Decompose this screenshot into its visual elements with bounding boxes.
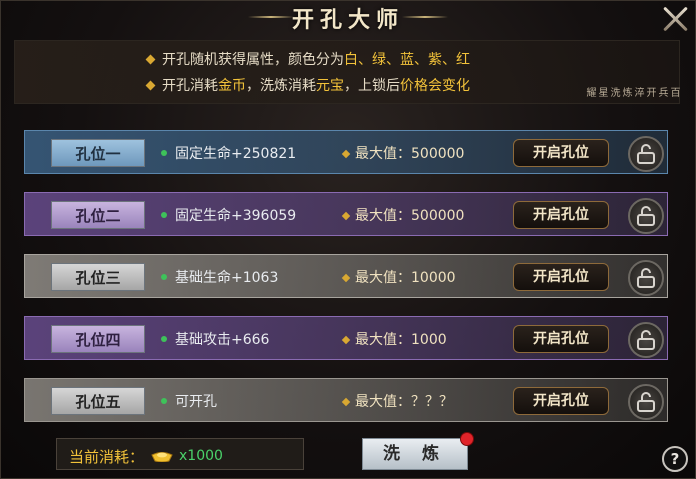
slot-row-1: 孔位一 固定生命+250821 最大值：500000 开启孔位: [24, 130, 668, 174]
window-title: 开孔大师: [291, 8, 404, 33]
diamond-bullet-icon: [145, 54, 156, 65]
diamond-bullet-icon: [341, 211, 351, 221]
max-label: 最大值：: [355, 332, 411, 348]
info-text: 开孔随机获得属性，颜色分为: [162, 52, 344, 68]
slot-label: 孔位三: [51, 263, 145, 291]
info-text: 开孔消耗: [162, 78, 218, 94]
slot-row-3: 孔位三 基础生命+1063 最大值：10000 开启孔位: [24, 254, 668, 298]
title-bar: 开孔大师: [240, 0, 456, 36]
unlock-icon: [637, 206, 655, 226]
max-label: 最大值：: [355, 208, 411, 224]
unlock-icon: [637, 144, 655, 164]
slot-max: 最大值：10000: [341, 267, 456, 287]
unlock-icon: [637, 268, 655, 288]
max-label: 最大值：: [355, 146, 411, 162]
max-value: 10000: [411, 270, 456, 286]
cost-box: 当前消耗： x1000: [56, 438, 304, 470]
info-text: ，上锁后: [344, 78, 400, 94]
title-ornament-right: [402, 16, 448, 18]
refine-button[interactable]: 洗 炼: [362, 438, 468, 470]
slot-label: 孔位四: [51, 325, 145, 353]
slot-row-2: 孔位二 固定生命+396059 最大值：500000 开启孔位: [24, 192, 668, 236]
info-panel: 开孔随机获得属性，颜色分为白、绿、蓝、紫、红 开孔消耗金币，洗炼消耗元宝，上锁后…: [14, 40, 680, 104]
slot-attribute-text: 固定生命+396059: [175, 208, 297, 224]
slot-label: 孔位五: [51, 387, 145, 415]
lock-toggle-1[interactable]: [628, 136, 664, 172]
max-value: 500000: [411, 208, 465, 224]
diamond-bullet-icon: [341, 397, 351, 407]
slot-label: 孔位一: [51, 139, 145, 167]
slot-label: 孔位二: [51, 201, 145, 229]
slot-attribute-text: 固定生命+250821: [175, 146, 297, 162]
lock-toggle-4[interactable]: [628, 322, 664, 358]
slot-attribute: 可开孔: [161, 391, 217, 411]
info-text: ，洗炼消耗: [246, 78, 316, 94]
green-dot-icon: [161, 274, 167, 280]
slot-attribute: 基础攻击+666: [161, 329, 269, 349]
slot-max: 最大值：500000: [341, 143, 465, 163]
info-highlight-yuanbao: 元宝: [316, 78, 344, 94]
max-label: 最大值：: [355, 394, 411, 410]
info-highlight-gold: 金币: [218, 78, 246, 94]
close-button[interactable]: [662, 4, 690, 32]
slot-attribute-text: 基础攻击+666: [175, 332, 270, 348]
green-dot-icon: [161, 150, 167, 156]
info-line-colors: 开孔随机获得属性，颜色分为白、绿、蓝、紫、红: [145, 49, 470, 69]
slot-max: 最大值：1000: [341, 329, 447, 349]
green-dot-icon: [161, 336, 167, 342]
open-slot-button[interactable]: 开启孔位: [513, 325, 609, 353]
slot-attribute-text: 可开孔: [175, 394, 217, 410]
gold-ingot-icon: [151, 452, 173, 462]
diamond-bullet-icon: [341, 149, 351, 159]
help-button[interactable]: ?: [662, 446, 688, 472]
open-slot-button[interactable]: 开启孔位: [513, 201, 609, 229]
lock-toggle-2[interactable]: [628, 198, 664, 234]
diamond-bullet-icon: [341, 335, 351, 345]
max-value: 500000: [411, 146, 465, 162]
info-highlight-colors: 白、绿、蓝、紫、红: [344, 52, 470, 68]
decorative-seal-text: 百兵开淬 炼洗星耀: [584, 87, 679, 97]
slot-max: 最大值：500000: [341, 205, 465, 225]
info-line-costs: 开孔消耗金币，洗炼消耗元宝，上锁后价格会变化: [145, 75, 470, 95]
slot-row-5: 孔位五 可开孔 最大值：？？？ 开启孔位: [24, 378, 668, 422]
cost-value: x1000: [179, 448, 223, 464]
title-ornament-left: [248, 16, 294, 18]
unlock-icon: [637, 392, 655, 412]
open-slot-button[interactable]: 开启孔位: [513, 263, 609, 291]
max-value: ？？？: [411, 394, 453, 410]
lock-toggle-3[interactable]: [628, 260, 664, 296]
notification-badge: [460, 432, 474, 446]
open-slot-button[interactable]: 开启孔位: [513, 387, 609, 415]
slot-attribute: 固定生命+396059: [161, 205, 296, 225]
green-dot-icon: [161, 212, 167, 218]
slot-attribute: 基础生命+1063: [161, 267, 278, 287]
max-value: 1000: [411, 332, 447, 348]
slot-attribute-text: 基础生命+1063: [175, 270, 279, 286]
lock-toggle-5[interactable]: [628, 384, 664, 420]
slot-attribute: 固定生命+250821: [161, 143, 296, 163]
diamond-bullet-icon: [341, 273, 351, 283]
slot-row-4: 孔位四 基础攻击+666 最大值：1000 开启孔位: [24, 316, 668, 360]
info-highlight-change: 价格会变化: [400, 78, 470, 94]
max-label: 最大值：: [355, 270, 411, 286]
diamond-bullet-icon: [145, 80, 156, 91]
cost-label: 当前消耗：: [69, 448, 145, 466]
slot-max: 最大值：？？？: [341, 391, 453, 411]
green-dot-icon: [161, 398, 167, 404]
unlock-icon: [637, 330, 655, 350]
open-slot-button[interactable]: 开启孔位: [513, 139, 609, 167]
